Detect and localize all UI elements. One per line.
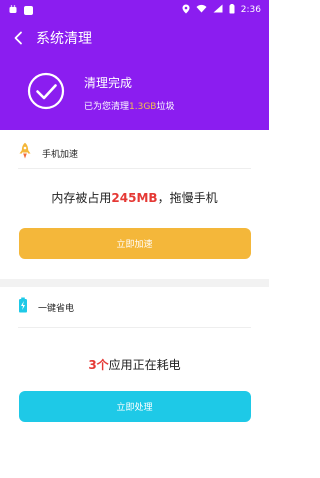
power-card: 一键省电 3个应用正在耗电 立即处理 bbox=[0, 287, 269, 422]
battery-icon bbox=[229, 3, 235, 17]
page-title: 系统清理 bbox=[36, 31, 92, 47]
power-usage-message: 3个应用正在耗电 bbox=[18, 356, 251, 373]
boost-card-header: 手机加速 bbox=[18, 138, 251, 168]
app-bar: 系统清理 bbox=[0, 20, 269, 56]
memory-usage-message: 内存被占用245MB，拖慢手机 bbox=[18, 189, 251, 206]
battery-saver-icon bbox=[18, 297, 28, 317]
clean-result-banner: 清理完成 已为您清理1.3GB垃圾 bbox=[0, 56, 269, 130]
check-circle-icon bbox=[26, 71, 66, 115]
signal-icon bbox=[213, 4, 223, 16]
power-msg-suffix: 应用正在耗电 bbox=[108, 358, 181, 372]
memory-msg-suffix: ，拖慢手机 bbox=[157, 191, 218, 205]
divider bbox=[18, 327, 251, 328]
power-card-label: 一键省电 bbox=[38, 303, 75, 314]
clean-amount-line: 已为您清理1.3GB垃圾 bbox=[84, 99, 175, 112]
memory-msg-prefix: 内存被占用 bbox=[51, 191, 112, 205]
rocket-icon bbox=[18, 142, 32, 164]
clean-amount-prefix: 已为您清理 bbox=[84, 102, 130, 112]
clean-amount-suffix: 垃圾 bbox=[156, 102, 175, 112]
power-card-header: 一键省电 bbox=[18, 287, 251, 327]
clean-result-text: 清理完成 已为您清理1.3GB垃圾 bbox=[84, 74, 175, 112]
status-right: 2:36 bbox=[182, 3, 261, 17]
boost-card-label: 手机加速 bbox=[42, 149, 79, 160]
power-msg-value: 3个 bbox=[88, 358, 109, 372]
handle-now-button[interactable]: 立即处理 bbox=[18, 391, 251, 422]
section-separator bbox=[0, 279, 269, 287]
clean-complete-title: 清理完成 bbox=[84, 76, 133, 90]
chevron-left-icon[interactable] bbox=[10, 30, 26, 46]
wifi-icon bbox=[196, 4, 207, 16]
status-time: 2:36 bbox=[240, 5, 261, 15]
memory-msg-value: 245MB bbox=[111, 191, 158, 205]
android-icon bbox=[8, 4, 18, 17]
notification-square-icon bbox=[24, 5, 33, 15]
boost-now-button[interactable]: 立即加速 bbox=[18, 228, 251, 259]
location-icon bbox=[182, 4, 190, 17]
status-left bbox=[8, 4, 33, 17]
boost-card: 手机加速 内存被占用245MB，拖慢手机 立即加速 bbox=[0, 130, 269, 279]
status-bar: 2:36 bbox=[0, 0, 269, 20]
divider bbox=[18, 168, 251, 169]
clean-amount-value: 1.3GB bbox=[129, 102, 157, 112]
top-header: 2:36 系统清理 清理完成 已为您清理1.3GB垃圾 bbox=[0, 0, 269, 130]
